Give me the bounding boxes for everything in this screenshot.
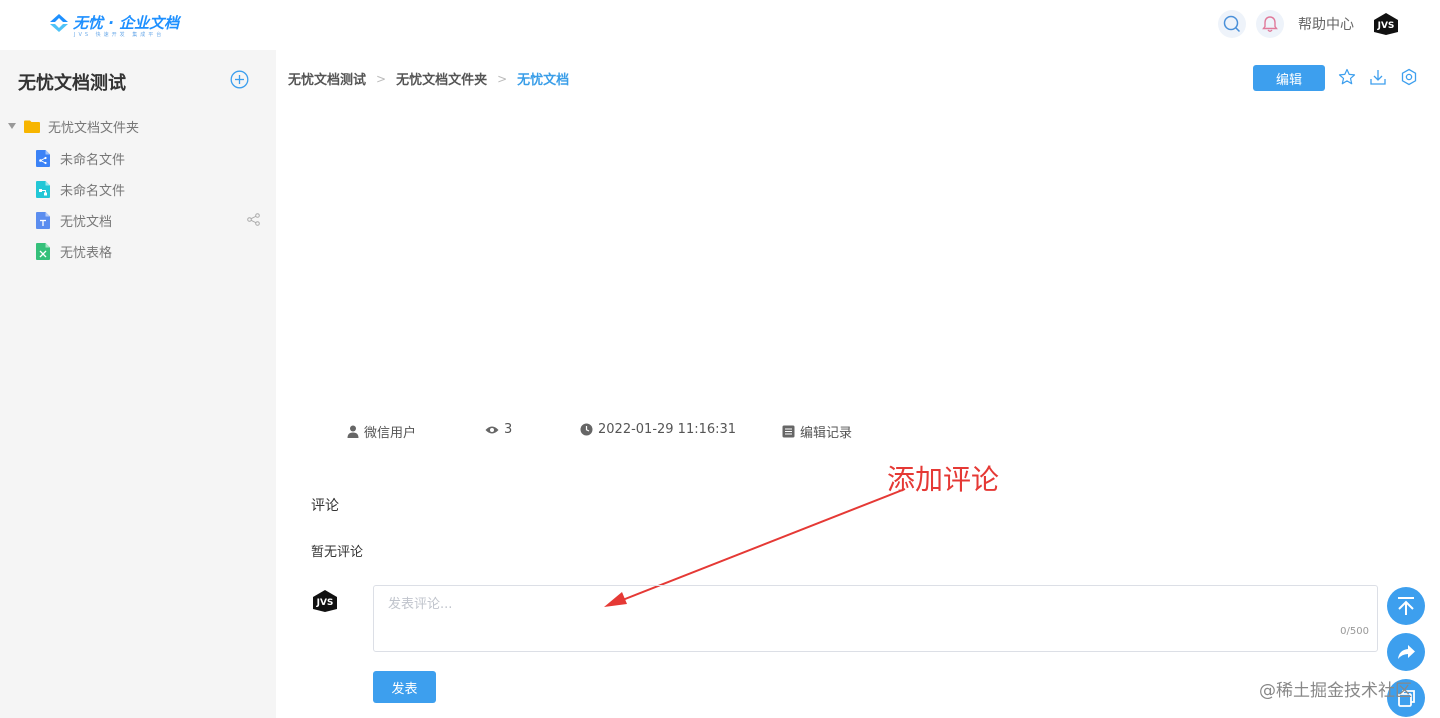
logo-subtext: JVS 快速开发 集成平台: [74, 32, 165, 38]
user-icon: [347, 425, 359, 438]
tree-folder-label: 无忧文档文件夹: [48, 120, 140, 136]
logo[interactable]: 无忧 · 企业文档 JVS 快速开发 集成平台: [48, 12, 180, 38]
tree-item-file-3[interactable]: 无忧文档: [36, 209, 266, 231]
caret-down-icon[interactable]: [8, 123, 16, 129]
meta-datetime: 2022-01-29 11:16:31: [580, 422, 736, 437]
tree-item-file-1[interactable]: 未命名文件: [36, 147, 266, 169]
flowchart-file-icon: [36, 180, 50, 198]
forward-icon: [1398, 645, 1415, 659]
edit-button[interactable]: 编辑: [1253, 65, 1325, 91]
breadcrumb-item[interactable]: 无忧文档测试: [288, 69, 366, 88]
meta-author: 微信用户: [347, 422, 416, 441]
user-avatar[interactable]: JVS: [1372, 10, 1400, 38]
sheet-file-icon: [36, 242, 50, 260]
clock-icon: [580, 423, 593, 436]
star-icon[interactable]: [1338, 68, 1356, 86]
watermark-text: @稀土掘金技术社区: [1259, 681, 1412, 701]
tree-item-label: 未命名文件: [60, 183, 126, 199]
sidebar-title: 无忧文档测试: [18, 73, 126, 94]
comment-input[interactable]: [374, 586, 1377, 651]
share-icon[interactable]: [247, 213, 260, 226]
mindmap-file-icon: [36, 149, 50, 167]
tree-item-file-2[interactable]: 未命名文件: [36, 178, 266, 200]
arrow-up-icon: [1398, 597, 1414, 615]
edit-history-label: 编辑记录: [800, 426, 853, 441]
tree-item-label: 无忧表格: [60, 245, 113, 261]
breadcrumb: 无忧文档测试 > 无忧文档文件夹 > 无忧文档: [288, 69, 570, 89]
back-to-top-button[interactable]: [1387, 587, 1425, 625]
commenter-avatar: JVS: [313, 590, 337, 612]
top-bar: 无忧 · 企业文档 JVS 快速开发 集成平台 帮助中心 JVS: [0, 0, 1440, 50]
folder-icon: [24, 120, 40, 133]
search-button[interactable]: [1218, 10, 1246, 38]
tree-item-label: 无忧文档: [60, 214, 113, 230]
breadcrumb-item[interactable]: 无忧文档文件夹: [396, 69, 487, 88]
logo-text: 无忧 · 企业文档: [73, 14, 180, 32]
help-center-link[interactable]: 帮助中心: [1298, 14, 1354, 34]
chevron-right-icon: >: [376, 71, 387, 86]
tree-item-label: 未命名文件: [60, 152, 126, 168]
doc-file-icon: [36, 211, 50, 229]
view-count: 3: [504, 422, 513, 437]
sidebar: 无忧文档测试 无忧文档文件夹 未命名文件 未命名文件 无忧文档 无忧表格: [0, 50, 276, 718]
annotation-text: 添加评论: [887, 463, 1000, 496]
chevron-right-icon: >: [497, 71, 508, 86]
breadcrumb-item-current: 无忧文档: [517, 73, 570, 88]
comments-title: 评论: [311, 498, 339, 514]
comment-box: 0/500: [373, 585, 1378, 652]
meta-views: 3: [485, 422, 512, 437]
share-button[interactable]: [1387, 633, 1425, 671]
eye-icon: [485, 426, 499, 433]
search-icon: [1223, 15, 1241, 33]
settings-icon[interactable]: [1400, 68, 1418, 86]
avatar-icon: JVS: [1374, 13, 1398, 35]
add-circle-icon[interactable]: [230, 70, 249, 89]
edit-history-link[interactable]: 编辑记录: [782, 422, 852, 441]
download-icon[interactable]: [1369, 68, 1387, 86]
notification-button[interactable]: [1256, 10, 1284, 38]
submit-comment-button[interactable]: 发表: [373, 671, 436, 703]
history-list-icon: [782, 425, 795, 438]
tree-folder[interactable]: 无忧文档文件夹: [8, 116, 139, 136]
author-name: 微信用户: [364, 426, 417, 441]
tree-item-file-4[interactable]: 无忧表格: [36, 240, 266, 262]
no-comments-text: 暂无评论: [311, 545, 364, 560]
logo-icon: [50, 14, 68, 32]
commenter-avatar-text: JVS: [316, 598, 334, 608]
bell-icon: [1262, 16, 1278, 32]
char-count: 0/500: [1340, 626, 1369, 637]
updated-datetime: 2022-01-29 11:16:31: [598, 422, 737, 437]
avatar-text: JVS: [1377, 21, 1395, 31]
